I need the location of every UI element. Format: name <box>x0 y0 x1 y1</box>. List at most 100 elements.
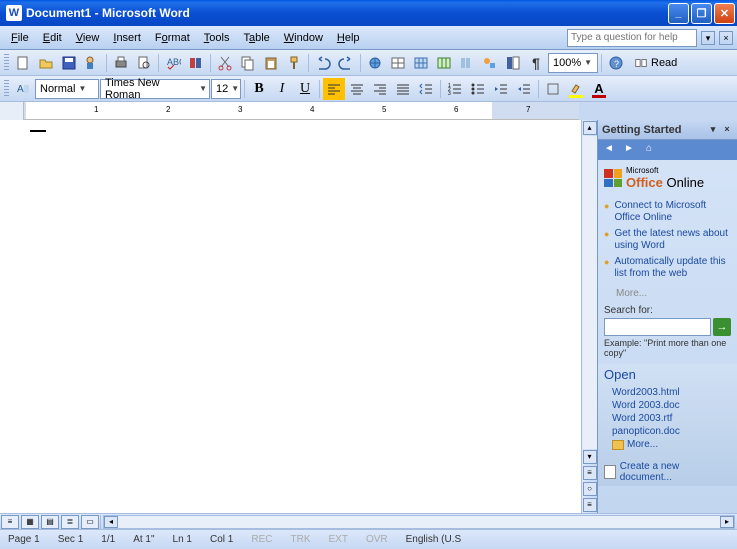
nav-forward-button[interactable]: ► <box>622 143 636 157</box>
help-dropdown-button[interactable]: ▾ <box>701 31 715 45</box>
nav-back-button[interactable]: ◄ <box>602 143 616 157</box>
zoom-combo[interactable]: 100%▼ <box>548 53 598 73</box>
save-button[interactable] <box>58 52 80 74</box>
create-new-doc-link[interactable]: Create a new document... <box>604 461 731 483</box>
highlight-button[interactable] <box>565 78 587 100</box>
line-spacing-button[interactable] <box>415 78 437 100</box>
columns-button[interactable] <box>456 52 478 74</box>
insert-table-button[interactable] <box>410 52 432 74</box>
status-ext[interactable]: EXT <box>324 534 351 545</box>
drawing-button[interactable] <box>479 52 501 74</box>
close-button[interactable]: ✕ <box>714 3 735 24</box>
new-doc-button[interactable] <box>12 52 34 74</box>
menu-insert[interactable]: Insert <box>106 29 148 47</box>
underline-button[interactable]: U <box>294 78 316 100</box>
increase-indent-button[interactable] <box>513 78 535 100</box>
research-button[interactable] <box>185 52 207 74</box>
recent-file[interactable]: Word2003.html <box>612 386 731 399</box>
print-preview-button[interactable] <box>133 52 155 74</box>
toolbar-grip-2[interactable] <box>4 80 9 98</box>
reading-view-button[interactable]: ▭ <box>81 515 99 529</box>
scroll-up-button[interactable]: ▴ <box>583 121 597 135</box>
link-auto-update[interactable]: ●Automatically update this list from the… <box>604 254 731 282</box>
maximize-button[interactable]: ❐ <box>691 3 712 24</box>
status-ovr[interactable]: OVR <box>362 534 392 545</box>
font-color-button[interactable]: A <box>588 78 610 100</box>
open-more[interactable]: More... <box>612 438 731 451</box>
style-combo[interactable]: Normal▼ <box>35 79 99 99</box>
help-search-input[interactable] <box>567 29 697 47</box>
document-page[interactable] <box>24 120 581 513</box>
menu-edit[interactable]: Edit <box>36 29 69 47</box>
menu-format[interactable]: Format <box>148 29 197 47</box>
nav-home-button[interactable]: ⌂ <box>642 143 656 157</box>
bold-button[interactable]: B <box>248 78 270 100</box>
cut-button[interactable] <box>214 52 236 74</box>
recent-file[interactable]: Word 2003.doc <box>612 399 731 412</box>
scroll-down-button[interactable]: ▾ <box>583 450 597 464</box>
print-button[interactable] <box>110 52 132 74</box>
outline-view-button[interactable]: ≣ <box>61 515 79 529</box>
search-input[interactable] <box>604 318 711 336</box>
borders-button[interactable] <box>542 78 564 100</box>
show-hide-button[interactable]: ¶ <box>525 52 547 74</box>
close-doc-button[interactable]: × <box>719 31 733 45</box>
menu-file[interactable]: File <box>4 29 36 47</box>
minimize-button[interactable]: _ <box>668 3 689 24</box>
recent-file[interactable]: Word 2003.rtf <box>612 412 731 425</box>
web-view-button[interactable]: ▦ <box>21 515 39 529</box>
italic-button[interactable]: I <box>271 78 293 100</box>
menu-tools[interactable]: Tools <box>197 29 237 47</box>
normal-view-button[interactable]: ≡ <box>1 515 19 529</box>
undo-button[interactable] <box>312 52 334 74</box>
paste-button[interactable] <box>260 52 282 74</box>
font-size-combo[interactable]: 12▼ <box>211 79 241 99</box>
numbering-button[interactable]: 123 <box>444 78 466 100</box>
print-view-button[interactable]: ▤ <box>41 515 59 529</box>
spellcheck-button[interactable]: ABC <box>162 52 184 74</box>
scroll-left-button[interactable]: ◂ <box>104 516 118 528</box>
menu-window[interactable]: Window <box>277 29 330 47</box>
redo-button[interactable] <box>335 52 357 74</box>
styles-pane-button[interactable]: A <box>12 78 34 100</box>
insert-excel-button[interactable] <box>433 52 455 74</box>
bullets-button[interactable] <box>467 78 489 100</box>
read-mode-button[interactable]: Read <box>628 53 683 73</box>
hyperlink-button[interactable] <box>364 52 386 74</box>
copy-button[interactable] <box>237 52 259 74</box>
menu-help[interactable]: Help <box>330 29 367 47</box>
align-justify-button[interactable] <box>392 78 414 100</box>
links-more[interactable]: More... <box>604 288 731 299</box>
next-page-button[interactable]: ≡ <box>583 498 597 512</box>
help-button[interactable]: ? <box>605 52 627 74</box>
toolbar-grip[interactable] <box>4 54 9 72</box>
link-latest-news[interactable]: ●Get the latest news about using Word <box>604 226 731 254</box>
status-language[interactable]: English (U.S <box>402 534 466 545</box>
horizontal-ruler[interactable]: 1 2 3 4 5 6 7 <box>24 102 579 120</box>
decrease-indent-button[interactable] <box>490 78 512 100</box>
align-left-button[interactable] <box>323 78 345 100</box>
browse-object-button[interactable]: ○ <box>583 482 597 496</box>
menu-table[interactable]: Table <box>236 29 276 47</box>
scroll-right-button[interactable]: ▸ <box>720 516 734 528</box>
prev-page-button[interactable]: ≡ <box>583 466 597 480</box>
task-pane-close-button[interactable]: × <box>721 124 733 136</box>
format-painter-button[interactable] <box>283 52 305 74</box>
status-rec[interactable]: REC <box>247 534 276 545</box>
align-right-button[interactable] <box>369 78 391 100</box>
status-trk[interactable]: TRK <box>286 534 314 545</box>
tables-borders-button[interactable] <box>387 52 409 74</box>
search-go-button[interactable]: → <box>713 318 731 336</box>
task-pane-menu-button[interactable]: ▾ <box>707 124 719 136</box>
open-button[interactable] <box>35 52 57 74</box>
vertical-scrollbar[interactable]: ▴ ▾ ≡ ○ ≡ <box>581 120 597 513</box>
permission-button[interactable] <box>81 52 103 74</box>
link-connect-office[interactable]: ●Connect to Microsoft Office Online <box>604 198 731 226</box>
recent-file[interactable]: panopticon.doc <box>612 425 731 438</box>
ruler-corner <box>0 102 24 120</box>
horizontal-scrollbar[interactable]: ◂ ▸ <box>103 515 735 529</box>
menu-view[interactable]: View <box>69 29 107 47</box>
doc-map-button[interactable] <box>502 52 524 74</box>
align-center-button[interactable] <box>346 78 368 100</box>
font-combo[interactable]: Times New Roman▼ <box>100 79 210 99</box>
